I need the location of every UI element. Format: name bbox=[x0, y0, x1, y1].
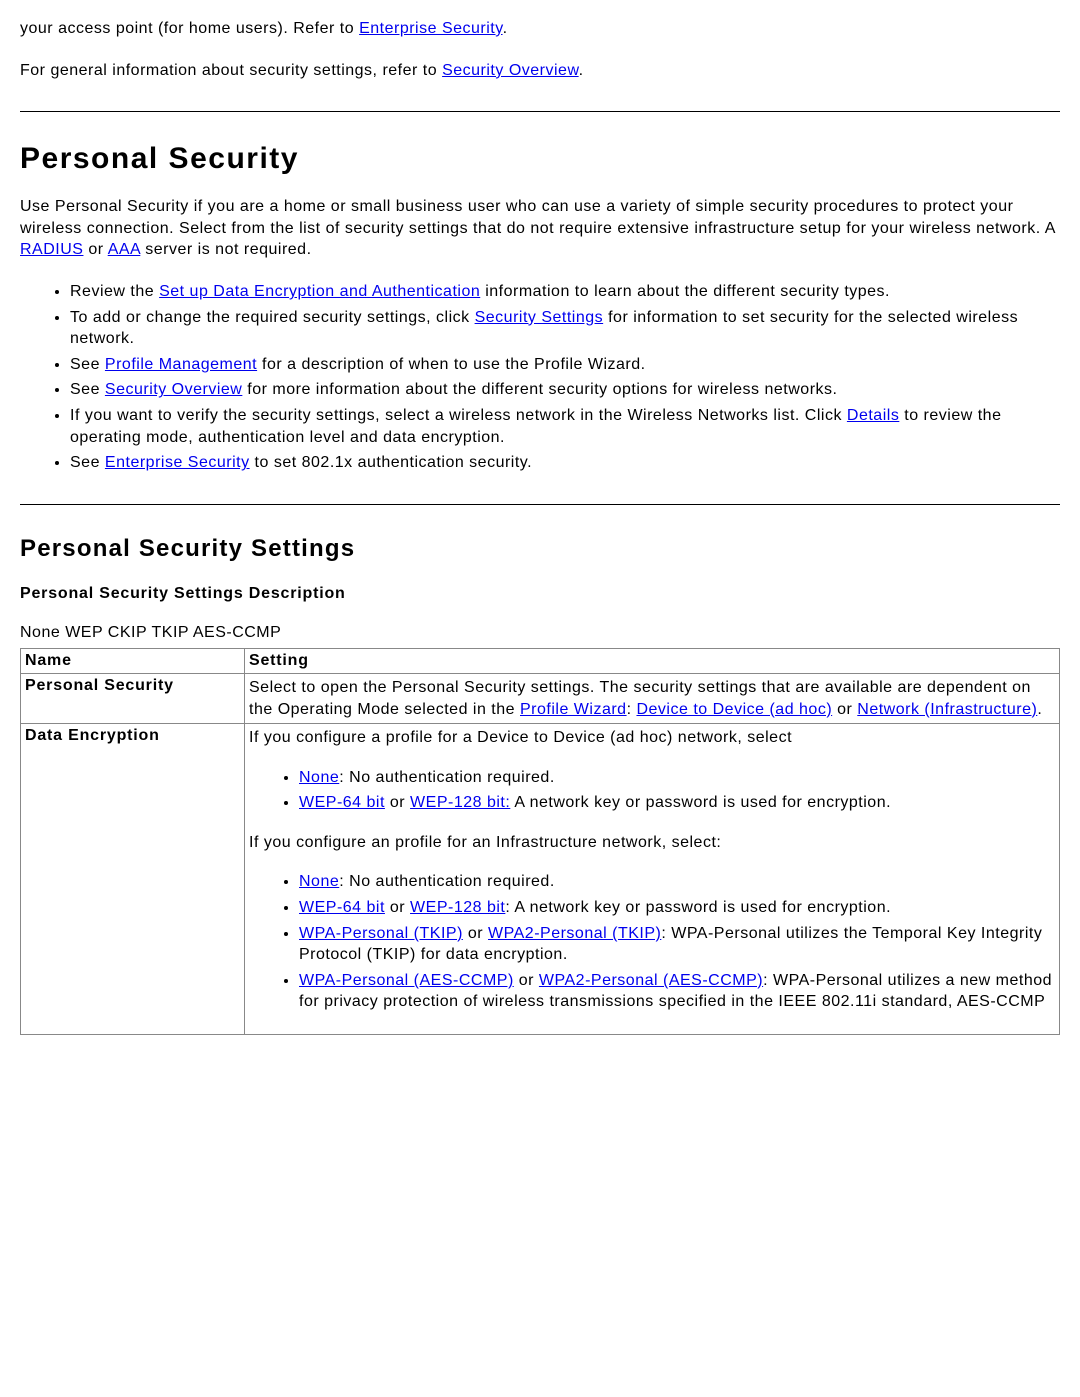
text: If you configure an profile for an Infra… bbox=[249, 832, 1055, 854]
text: See bbox=[70, 381, 105, 398]
cell-name: Data Encryption bbox=[21, 724, 245, 1035]
heading-personal-security: Personal Security bbox=[20, 142, 1060, 176]
text: : No authentication required. bbox=[339, 769, 555, 786]
link-wpa2-aes[interactable]: WPA2-Personal (AES-CCMP) bbox=[539, 972, 763, 989]
text: information to learn about the different… bbox=[480, 283, 890, 300]
text: For general information about security s… bbox=[20, 62, 442, 79]
heading-personal-security-settings: Personal Security Settings bbox=[20, 535, 1060, 563]
cell-setting: If you configure a profile for a Device … bbox=[245, 724, 1060, 1035]
link-wpa2-tkip[interactable]: WPA2-Personal (TKIP) bbox=[488, 925, 661, 942]
adhoc-list: None: No authentication required. WEP-64… bbox=[249, 767, 1055, 814]
link-security-overview-2[interactable]: Security Overview bbox=[105, 381, 242, 398]
link-none[interactable]: None bbox=[299, 769, 339, 786]
list-item: WEP-64 bit or WEP-128 bit: A network key… bbox=[299, 792, 1055, 814]
divider bbox=[20, 111, 1060, 112]
settings-table: Name Setting Personal Security Select to… bbox=[20, 648, 1060, 1035]
link-profile-management[interactable]: Profile Management bbox=[105, 356, 257, 373]
text: to set 802.1x authentication security. bbox=[250, 454, 532, 471]
text: See bbox=[70, 356, 105, 373]
link-wpa-tkip[interactable]: WPA-Personal (TKIP) bbox=[299, 925, 463, 942]
text: A network key or password is used for en… bbox=[510, 794, 891, 811]
link-device-to-device[interactable]: Device to Device (ad hoc) bbox=[636, 701, 832, 718]
link-security-overview[interactable]: Security Overview bbox=[442, 62, 579, 79]
cell-name: Personal Security bbox=[21, 673, 245, 723]
text: server is not required. bbox=[140, 241, 311, 258]
link-network-infrastructure[interactable]: Network (Infrastructure) bbox=[857, 701, 1037, 718]
text: If you configure a profile for a Device … bbox=[249, 727, 1055, 749]
link-wpa-aes[interactable]: WPA-Personal (AES-CCMP) bbox=[299, 972, 514, 989]
link-wep-128[interactable]: WEP-128 bit: bbox=[410, 794, 510, 811]
table-caption: Personal Security Settings Description bbox=[20, 583, 1060, 605]
list-item: WEP-64 bit or WEP-128 bit: A network key… bbox=[299, 897, 1055, 919]
link-security-settings[interactable]: Security Settings bbox=[475, 309, 604, 326]
list-item: See Enterprise Security to set 802.1x au… bbox=[70, 452, 1060, 474]
list-item: To add or change the required security s… bbox=[70, 307, 1060, 350]
link-wep-128-2[interactable]: WEP-128 bit bbox=[410, 899, 505, 916]
text: Use Personal Security if you are a home … bbox=[20, 198, 1055, 237]
text: for a description of when to use the Pro… bbox=[257, 356, 645, 373]
list-item: See Security Overview for more informati… bbox=[70, 379, 1060, 401]
list-item: See Profile Management for a description… bbox=[70, 354, 1060, 376]
text: : A network key or password is used for … bbox=[505, 899, 891, 916]
list-item: None: No authentication required. bbox=[299, 767, 1055, 789]
intro-paragraph-1: your access point (for home users). Refe… bbox=[20, 18, 1060, 40]
personal-security-list: Review the Set up Data Encryption and Au… bbox=[20, 281, 1060, 474]
list-item: None: No authentication required. bbox=[299, 871, 1055, 893]
link-radius[interactable]: RADIUS bbox=[20, 241, 83, 258]
text: or bbox=[463, 925, 488, 942]
table-row: Personal Security Select to open the Per… bbox=[21, 673, 1060, 723]
text: or bbox=[83, 241, 107, 258]
text: See bbox=[70, 454, 105, 471]
list-item: WPA-Personal (TKIP) or WPA2-Personal (TK… bbox=[299, 923, 1055, 966]
text: If you want to verify the security setti… bbox=[70, 407, 847, 424]
link-details[interactable]: Details bbox=[847, 407, 899, 424]
text: or bbox=[385, 899, 410, 916]
list-item: If you want to verify the security setti… bbox=[70, 405, 1060, 448]
link-enterprise-security[interactable]: Enterprise Security bbox=[359, 20, 502, 37]
link-none-2[interactable]: None bbox=[299, 873, 339, 890]
link-wep-64[interactable]: WEP-64 bit bbox=[299, 794, 385, 811]
table-header-row: Name Setting bbox=[21, 648, 1060, 673]
link-profile-wizard[interactable]: Profile Wizard bbox=[520, 701, 627, 718]
text: . bbox=[579, 62, 584, 79]
cell-setting: Select to open the Personal Security set… bbox=[245, 673, 1060, 723]
link-wep-64-2[interactable]: WEP-64 bit bbox=[299, 899, 385, 916]
text: or bbox=[514, 972, 539, 989]
table-subcaption: None WEP CKIP TKIP AES-CCMP bbox=[20, 622, 1060, 644]
text: : No authentication required. bbox=[339, 873, 555, 890]
list-item: WPA-Personal (AES-CCMP) or WPA2-Personal… bbox=[299, 970, 1055, 1013]
text: or bbox=[385, 794, 410, 811]
divider bbox=[20, 504, 1060, 505]
text: . bbox=[503, 20, 508, 37]
intro-paragraph-2: For general information about security s… bbox=[20, 60, 1060, 82]
text: Review the bbox=[70, 283, 159, 300]
infra-list: None: No authentication required. WEP-64… bbox=[249, 871, 1055, 1013]
list-item: Review the Set up Data Encryption and Au… bbox=[70, 281, 1060, 303]
link-aaa[interactable]: AAA bbox=[108, 241, 141, 258]
th-name: Name bbox=[21, 648, 245, 673]
text: . bbox=[1037, 701, 1042, 718]
table-row: Data Encryption If you configure a profi… bbox=[21, 724, 1060, 1035]
text: for more information about the different… bbox=[242, 381, 837, 398]
text: : bbox=[627, 701, 637, 718]
text: To add or change the required security s… bbox=[70, 309, 475, 326]
text: or bbox=[832, 701, 857, 718]
th-setting: Setting bbox=[245, 648, 1060, 673]
personal-security-paragraph: Use Personal Security if you are a home … bbox=[20, 196, 1060, 261]
text: your access point (for home users). Refe… bbox=[20, 20, 359, 37]
link-enterprise-security-2[interactable]: Enterprise Security bbox=[105, 454, 250, 471]
link-setup-encryption[interactable]: Set up Data Encryption and Authenticatio… bbox=[159, 283, 480, 300]
